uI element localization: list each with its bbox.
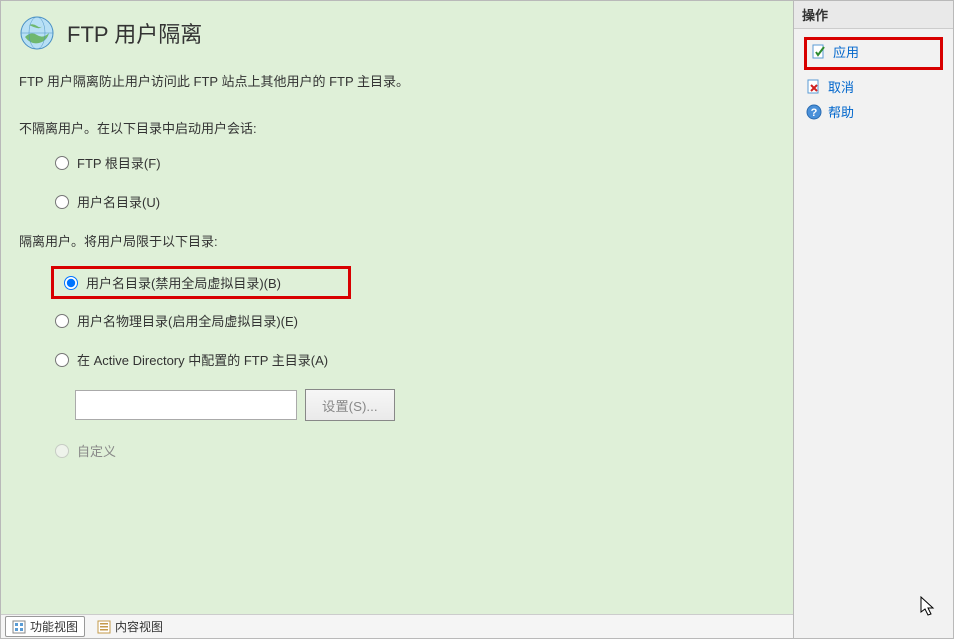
cancel-icon	[806, 79, 822, 95]
actions-header: 操作	[794, 1, 953, 29]
radio-ftp-root-label: FTP 根目录(F)	[77, 153, 161, 172]
ad-path-input	[75, 390, 297, 420]
help-label: 帮助	[828, 102, 854, 121]
settings-button[interactable]: 设置(S)...	[305, 389, 395, 421]
radio-ad-home-label: 在 Active Directory 中配置的 FTP 主目录(A)	[77, 350, 328, 369]
apply-highlight-box: 应用	[804, 37, 943, 70]
help-action[interactable]: ? 帮助	[804, 99, 943, 124]
svg-text:?: ?	[811, 107, 818, 119]
actions-panel: 操作 应用 取消 ? 帮助	[794, 0, 954, 639]
section1-label: 不隔离用户。在以下目录中启动用户会话:	[19, 118, 775, 137]
radio-ftp-root[interactable]: FTP 根目录(F)	[55, 153, 775, 172]
radio-custom[interactable]: 自定义	[55, 441, 775, 460]
radio-username-physical-input[interactable]	[55, 314, 69, 328]
title-row: FTP 用户隔离	[19, 15, 775, 51]
section2-label: 隔离用户。将用户局限于以下目录:	[19, 231, 775, 250]
radio-username-physical-label: 用户名物理目录(启用全局虚拟目录)(E)	[77, 311, 298, 330]
radio-username-physical[interactable]: 用户名物理目录(启用全局虚拟目录)(E)	[55, 311, 775, 330]
section2-custom: 自定义	[55, 441, 775, 460]
help-icon: ?	[806, 104, 822, 120]
tabs-bar: 功能视图 内容视图	[1, 614, 793, 638]
radio-username-disable-global-input[interactable]	[64, 276, 78, 290]
tab-content-label: 内容视图	[115, 618, 163, 635]
apply-label: 应用	[833, 42, 859, 61]
content-area: FTP 用户隔离 FTP 用户隔离防止用户访问此 FTP 站点上其他用户的 FT…	[1, 1, 793, 614]
tab-features-view[interactable]: 功能视图	[5, 616, 85, 637]
cancel-label: 取消	[828, 77, 854, 96]
page-description: FTP 用户隔离防止用户访问此 FTP 站点上其他用户的 FTP 主目录。	[19, 71, 775, 90]
page-title: FTP 用户隔离	[67, 17, 202, 49]
radio-username-dir-input[interactable]	[55, 195, 69, 209]
section1-options: FTP 根目录(F) 用户名目录(U)	[55, 153, 775, 211]
cancel-action[interactable]: 取消	[804, 74, 943, 99]
main-panel: FTP 用户隔离 FTP 用户隔离防止用户访问此 FTP 站点上其他用户的 FT…	[0, 0, 794, 639]
radio-username-disable-global-label: 用户名目录(禁用全局虚拟目录)(B)	[86, 273, 281, 292]
radio-ad-home-input[interactable]	[55, 353, 69, 367]
apply-icon	[811, 44, 827, 60]
apply-action[interactable]: 应用	[811, 42, 936, 61]
tab-content-view[interactable]: 内容视图	[91, 617, 169, 636]
content-view-icon	[97, 620, 111, 634]
radio-ad-home[interactable]: 在 Active Directory 中配置的 FTP 主目录(A)	[55, 350, 775, 369]
actions-body: 应用 取消 ? 帮助	[794, 29, 953, 132]
radio-custom-label: 自定义	[77, 441, 116, 460]
ad-settings-row: 设置(S)...	[75, 389, 775, 421]
features-view-icon	[12, 620, 26, 634]
section2-options: 用户名物理目录(启用全局虚拟目录)(E) 在 Active Directory …	[55, 311, 775, 369]
selected-option-highlight: 用户名目录(禁用全局虚拟目录)(B)	[51, 266, 351, 299]
radio-ftp-root-input[interactable]	[55, 156, 69, 170]
ftp-globe-icon	[19, 15, 55, 51]
radio-username-disable-global[interactable]: 用户名目录(禁用全局虚拟目录)(B)	[64, 273, 338, 292]
radio-username-dir-label: 用户名目录(U)	[77, 192, 160, 211]
radio-username-dir[interactable]: 用户名目录(U)	[55, 192, 775, 211]
radio-custom-input	[55, 444, 69, 458]
tab-features-label: 功能视图	[30, 618, 78, 635]
